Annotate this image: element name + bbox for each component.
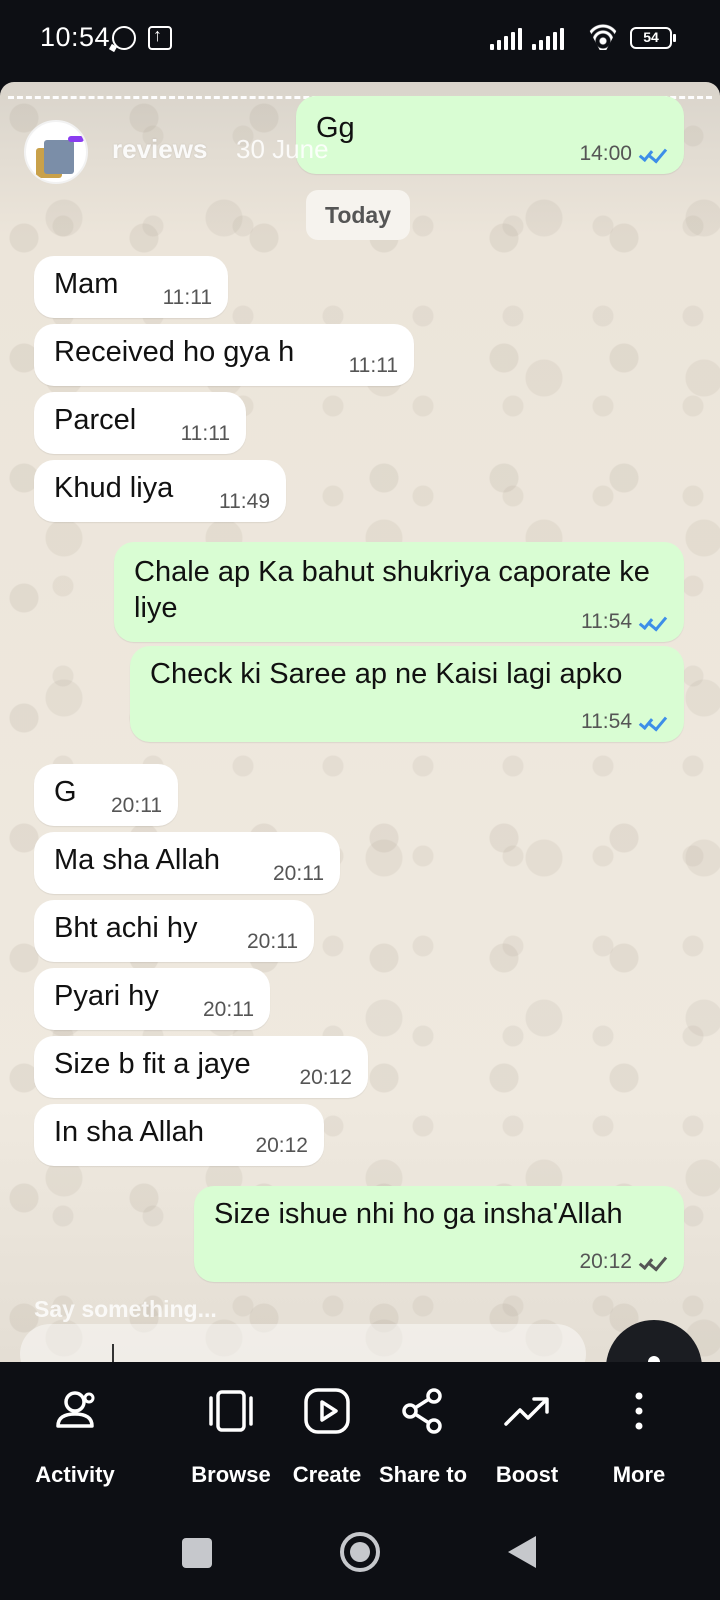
message-text: Khud liya <box>54 472 174 504</box>
message-bubble-in: Mam 11:11 <box>34 256 228 318</box>
message-text: Mam <box>54 268 119 300</box>
browse-label: Browse <box>191 1462 271 1487</box>
avatar[interactable] <box>24 120 88 184</box>
reply-placeholder: Say something... <box>34 1296 217 1322</box>
message-time: 20:11 <box>247 930 298 953</box>
message-bubble-out: Check ki Saree ap ne Kaisi lagi apko 11:… <box>130 646 684 742</box>
recents-button[interactable] <box>182 1538 212 1568</box>
read-ticks-icon <box>638 613 668 629</box>
message-bubble-in: Bht achi hy 20:11 <box>34 900 314 962</box>
message-text: Size b fit a jaye <box>54 1048 251 1080</box>
share-label: Share to <box>378 1462 468 1487</box>
message-time: 20:12 <box>579 1250 668 1274</box>
boost-label: Boost <box>495 1462 559 1487</box>
message-bubble-in: Size b fit a jaye 20:12 <box>34 1036 368 1098</box>
message-bubble-in: Pyari hy 20:11 <box>34 968 270 1030</box>
message-text: Size ishue nhi ho ga insha'Allah <box>214 1198 623 1230</box>
more-button[interactable]: More <box>584 1362 694 1502</box>
message-text: G <box>54 776 77 808</box>
message-text: Check ki Saree ap ne Kaisi lagi apko <box>150 658 623 690</box>
message-time: 20:11 <box>273 862 324 885</box>
boost-button[interactable]: Boost <box>472 1362 582 1502</box>
message-time: 11:49 <box>219 490 270 513</box>
system-nav-bar <box>0 1502 720 1600</box>
activity-label: Activity <box>35 1462 115 1487</box>
message-text: Received ho gya h <box>54 336 295 368</box>
more-icon <box>635 1392 643 1430</box>
activity-button[interactable]: Activity <box>20 1362 130 1502</box>
home-button[interactable] <box>340 1532 380 1572</box>
message-time: 11:11 <box>348 354 398 377</box>
signal-icon-2 <box>532 28 566 50</box>
message-text: In sha Allah <box>54 1116 204 1148</box>
message-text: Pyari hy <box>54 980 159 1012</box>
create-label: Create <box>292 1462 362 1487</box>
more-label: More <box>612 1462 666 1487</box>
browse-icon <box>209 1390 253 1432</box>
signal-icon <box>490 28 524 50</box>
read-ticks-icon <box>638 145 668 161</box>
message-bubble-out: Size ishue nhi ho ga insha'Allah 20:12 <box>194 1186 684 1282</box>
message-bubble-in: Parcel 11:11 <box>34 392 246 454</box>
text-cursor <box>112 1344 114 1362</box>
back-button[interactable] <box>508 1536 536 1568</box>
mic-button[interactable] <box>606 1320 702 1362</box>
status-time: 10:54 <box>40 22 111 52</box>
message-time: 20:12 <box>299 1066 352 1089</box>
message-text: Bht achi hy <box>54 912 198 944</box>
message-time: 11:11 <box>162 286 212 309</box>
message-time: 11:54 <box>581 710 668 734</box>
status-bar: 10:54 54 <box>0 0 720 80</box>
create-button[interactable]: Create <box>272 1362 382 1502</box>
message-time: 14:00 <box>579 142 668 166</box>
share-button[interactable]: Share to <box>368 1362 478 1502</box>
activity-icon <box>56 1391 95 1428</box>
upload-notification-icon <box>148 25 172 50</box>
message-time: 20:12 <box>255 1134 308 1157</box>
message-text: Ma sha Allah <box>54 844 221 876</box>
message-bubble-in: Received ho gya h 11:11 <box>34 324 414 386</box>
create-icon <box>304 1388 350 1434</box>
reply-input[interactable] <box>20 1324 586 1362</box>
message-time: 11:54 <box>581 610 668 634</box>
message-text: Chale ap Ka bahut shukriya caporate ke l… <box>134 556 650 624</box>
story-username[interactable]: reviews <box>112 134 207 165</box>
message-bubble-in: In sha Allah 20:12 <box>34 1104 324 1166</box>
whatsapp-notification-icon <box>112 26 136 50</box>
message-time: 20:11 <box>203 998 254 1021</box>
share-icon <box>402 1388 442 1434</box>
browse-button[interactable]: Browse <box>176 1362 286 1502</box>
date-chip: Today <box>306 190 410 240</box>
boost-icon <box>504 1397 549 1426</box>
message-bubble-out: Chale ap Ka bahut shukriya caporate ke l… <box>114 542 684 642</box>
delivered-ticks-icon <box>638 1253 668 1269</box>
message-text: Parcel <box>54 404 137 436</box>
battery-icon: 54 <box>630 27 676 49</box>
story-viewer[interactable]: reviews Gg 14:00 30 June Today Mam 11:11… <box>0 82 720 1362</box>
message-bubble-in: Ma sha Allah 20:11 <box>34 832 340 894</box>
story-actions-bar: Activity Browse Create Share to Boost Mo… <box>0 1362 720 1502</box>
story-date: 30 June <box>236 134 329 164</box>
message-bubble-in: G 20:11 <box>34 764 178 826</box>
read-ticks-icon <box>638 713 668 729</box>
wifi-icon <box>586 24 620 50</box>
message-bubble-out: Gg 14:00 <box>296 96 684 174</box>
message-time: 11:11 <box>180 422 230 445</box>
message-bubble-in: Khud liya 11:49 <box>34 460 286 522</box>
message-time: 20:11 <box>111 794 162 817</box>
